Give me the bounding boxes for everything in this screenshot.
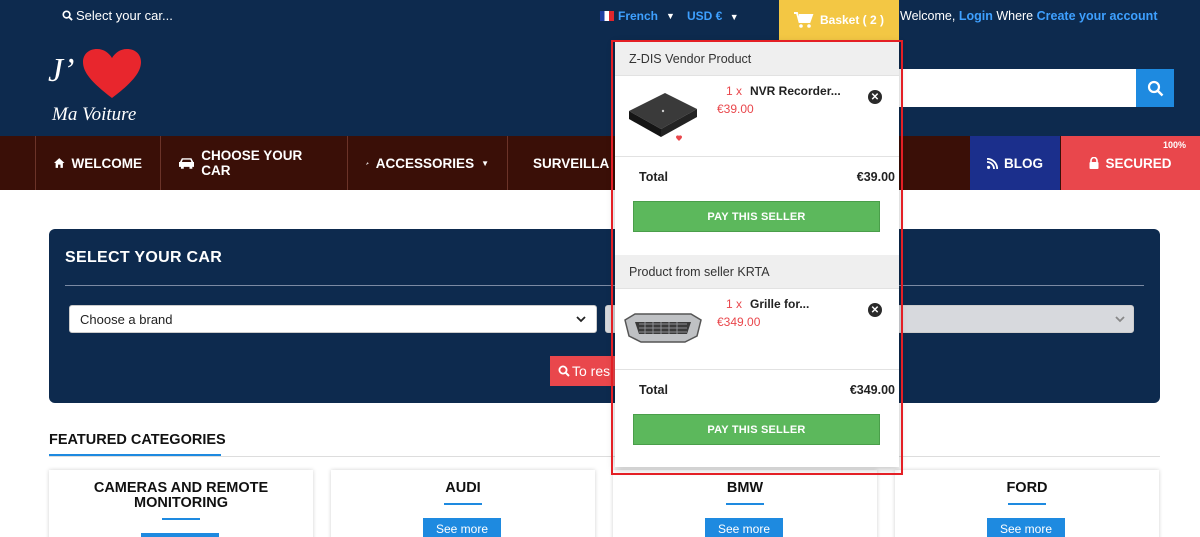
category-underline (444, 503, 482, 505)
remove-item-icon[interactable]: ✕ (868, 90, 882, 104)
featured-categories-title: FEATURED CATEGORIES (49, 432, 226, 448)
item-quantity: 1 x (726, 84, 743, 98)
account-links: Welcome, Login Where Create your account (900, 9, 1157, 23)
select-car-title: SELECT YOUR CAR (65, 249, 223, 266)
brand-select[interactable]: Choose a brand (69, 305, 597, 333)
nav-item-label: WELCOME (71, 155, 143, 171)
category-underline (726, 503, 764, 505)
cart-dropdown: Z-DIS Vendor Product 1 x NVR Recorder...… (615, 42, 899, 467)
item-price: €39.00 (717, 102, 754, 116)
item-name[interactable]: NVR Recorder... (750, 84, 841, 98)
category-card-audi[interactable]: AUDI See more (331, 470, 595, 537)
brand-select-value: Choose a brand (80, 311, 173, 327)
nav-item-welcome[interactable]: WELCOME (35, 136, 160, 190)
product-thumbnail (624, 313, 702, 343)
seller-total-row: Total €349.00 (615, 377, 899, 403)
basket-button[interactable]: Basket ( 2 ) (779, 0, 899, 40)
see-more-button[interactable]: See more (705, 518, 783, 537)
welcome-text: Welcome, (900, 9, 959, 23)
search-icon (62, 10, 73, 21)
see-more-button[interactable] (141, 533, 219, 537)
category-name: CAMERAS AND REMOTE MONITORING (93, 480, 269, 511)
caret-down-icon: ▼ (666, 11, 675, 21)
site-logo[interactable]: J’ Ma Voiture (48, 48, 158, 128)
currency-label: USD € (687, 9, 723, 23)
rss-icon (987, 157, 998, 169)
cart-icon (793, 11, 814, 28)
logo-subtitle: Ma Voiture (52, 104, 137, 125)
nav-item-label: SURVEILLA (533, 155, 610, 171)
search-icon (1147, 80, 1163, 96)
category-card-ford[interactable]: FORD See more (895, 470, 1159, 537)
category-name: AUDI (445, 480, 481, 496)
research-label: To res (572, 363, 611, 379)
top-search-link[interactable]: Select your car... (62, 8, 173, 23)
nav-secured-badge[interactable]: 100% SECURED (1061, 136, 1200, 190)
car-icon (179, 158, 195, 169)
category-card-cameras[interactable]: CAMERAS AND REMOTE MONITORING (49, 470, 313, 537)
category-underline (162, 518, 200, 520)
cart-item: 1 x NVR Recorder... €39.00 ✕ (615, 77, 899, 157)
blog-label: BLOG (1004, 155, 1043, 171)
where-text: Where (992, 9, 1037, 23)
seller-name: Z-DIS Vendor Product (629, 51, 752, 66)
see-more-button[interactable]: See more (987, 518, 1065, 537)
logo-j-text: J’ (48, 52, 75, 89)
divider (49, 456, 1160, 457)
currency-selector[interactable]: USD € ▼ (687, 9, 739, 23)
see-more-button[interactable]: See more (423, 518, 501, 537)
category-underline (1008, 503, 1046, 505)
product-thumbnail (629, 93, 697, 141)
login-link[interactable]: Login (959, 9, 993, 23)
nav-item-accessories[interactable]: ACCESSORIES ▼ (347, 136, 507, 190)
total-label: Total (639, 383, 668, 397)
total-value: €349.00 (849, 383, 895, 397)
seller-total-row: Total €39.00 (615, 164, 899, 190)
search-icon (558, 365, 570, 377)
category-name: BMW (726, 480, 764, 496)
nav-item-choose-your-car[interactable]: CHOOSE YOUR CAR (160, 136, 347, 190)
category-card-bmw[interactable]: BMW See more (613, 470, 877, 537)
language-selector[interactable]: French ▼ (600, 9, 675, 23)
wrench-icon (366, 161, 369, 165)
seller-header: Product from seller KRTA (615, 255, 899, 289)
secured-label: SECURED (1105, 155, 1172, 171)
caret-down-icon: ▼ (481, 158, 489, 168)
cart-item: 1 x Grille for... €349.00 ✕ (615, 290, 899, 370)
header-search-button[interactable] (1136, 69, 1174, 107)
heart-icon (83, 49, 141, 98)
seller-header: Z-DIS Vendor Product (615, 42, 899, 76)
title-underline (49, 454, 221, 456)
total-label: Total (639, 170, 668, 184)
divider (65, 285, 1144, 286)
total-value: €39.00 (856, 170, 895, 184)
remove-item-icon[interactable]: ✕ (868, 303, 882, 317)
chevron-down-icon (1115, 315, 1125, 322)
item-quantity: 1 x (726, 297, 743, 311)
seller-name: Product from seller KRTA (629, 264, 770, 279)
pay-seller-button[interactable]: PAY THIS SELLER (633, 414, 880, 445)
create-account-link[interactable]: Create your account (1037, 9, 1158, 23)
language-label: French (618, 9, 659, 23)
nav-item-label: ACCESSORIES (375, 155, 475, 171)
item-name[interactable]: Grille for... (750, 297, 809, 311)
caret-down-icon: ▼ (729, 12, 739, 22)
lock-icon (1089, 157, 1099, 169)
item-price: €349.00 (717, 315, 761, 329)
category-name: FORD (1006, 480, 1048, 496)
select-car-panel: SELECT YOUR CAR Choose a brand To res (49, 229, 1160, 403)
france-flag-icon (600, 11, 614, 21)
nav-item-label: CHOOSE YOUR CAR (201, 148, 303, 178)
chevron-down-icon (576, 315, 586, 322)
home-icon (54, 158, 65, 168)
basket-label: Basket ( 2 ) (819, 13, 885, 27)
pay-seller-button[interactable]: PAY THIS SELLER (633, 201, 880, 232)
nav-item-surveillance[interactable]: SURVEILLA (507, 136, 615, 190)
top-search-text: Select your car... (76, 8, 173, 23)
nav-blog-button[interactable]: BLOG (970, 136, 1060, 190)
secured-percent: 100% (1162, 140, 1186, 150)
header-search-input[interactable] (898, 69, 1138, 107)
